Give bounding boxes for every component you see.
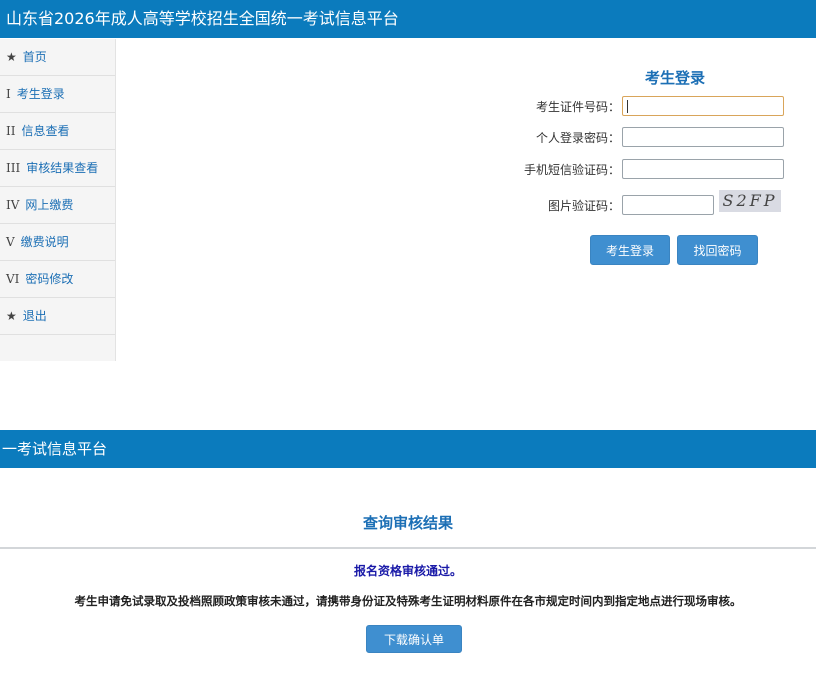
download-confirmation-button[interactable]: 下载确认单 (366, 625, 462, 653)
roman-numeral-marker: II (6, 124, 16, 138)
roman-numeral-marker: V (6, 235, 15, 249)
captcha-image[interactable]: S2FP (719, 190, 781, 212)
roman-numeral-marker: VI (6, 272, 20, 286)
sidebar-item-label: 首页 (22, 50, 47, 64)
recover-password-button[interactable]: 找回密码 (677, 235, 758, 265)
pass-message: 报名资格审核通过。 (353, 564, 462, 578)
sidebar-item-online-payment[interactable]: IV 网上缴费 (0, 187, 115, 224)
sidebar: ★ 首页 I 考生登录 II 信息查看 III 审核结果查看 IV 网上缴费 V 缴费说明 … (0, 39, 116, 361)
sidebar-item-label: 网上缴费 (25, 198, 74, 212)
login-button[interactable]: 考生登录 (590, 235, 670, 265)
roman-numeral-marker: I (6, 87, 11, 101)
secondary-header-title: 一考试信息平台 (2, 440, 108, 458)
sms-code-input[interactable] (622, 159, 784, 179)
sidebar-item-change-password[interactable]: VI 密码修改 (0, 261, 115, 298)
site-title: 山东省2026年成人高等学校招生全国统一考试信息平台 (6, 9, 399, 28)
id-number-input[interactable] (622, 96, 784, 116)
sidebar-item-login[interactable]: I 考生登录 (0, 76, 115, 113)
password-label: 个人登录密码： (535, 131, 620, 145)
text-caret (627, 100, 628, 113)
sidebar-item-logout[interactable]: ★ 退出 (0, 298, 115, 335)
sidebar-item-home[interactable]: ★ 首页 (0, 39, 115, 76)
notice-message: 考生申请免试录取及投档照顾政策审核未通过，请携带身份证及特殊考生证明材料原件在各… (74, 594, 742, 608)
page-header: 山东省2026年成人高等学校招生全国统一考试信息平台 (0, 0, 816, 38)
divider (0, 547, 816, 549)
star-icon: ★ (6, 309, 17, 323)
sidebar-item-payment-info[interactable]: V 缴费说明 (0, 224, 115, 261)
sidebar-item-label: 审核结果查看 (26, 161, 99, 175)
result-title: 查询审核结果 (362, 514, 453, 532)
login-title: 考生登录 (644, 69, 705, 87)
sidebar-item-label: 退出 (22, 309, 47, 323)
sidebar-item-info[interactable]: II 信息查看 (0, 113, 115, 150)
captcha-label: 图片验证码： (547, 199, 620, 213)
star-icon: ★ (6, 50, 17, 64)
sidebar-item-label: 密码修改 (25, 272, 74, 286)
sidebar-item-label: 信息查看 (21, 124, 70, 138)
id-number-label: 考生证件号码： (535, 100, 620, 114)
secondary-header: 一考试信息平台 (0, 430, 816, 468)
roman-numeral-marker: III (6, 161, 21, 175)
sidebar-item-review-result[interactable]: III 审核结果查看 (0, 150, 115, 187)
sidebar-item-label: 缴费说明 (20, 235, 69, 249)
sidebar-item-label: 考生登录 (16, 87, 65, 101)
sms-code-label: 手机短信验证码： (523, 163, 620, 177)
roman-numeral-marker: IV (6, 198, 20, 212)
captcha-input[interactable] (622, 195, 714, 215)
password-input[interactable] (622, 127, 784, 147)
